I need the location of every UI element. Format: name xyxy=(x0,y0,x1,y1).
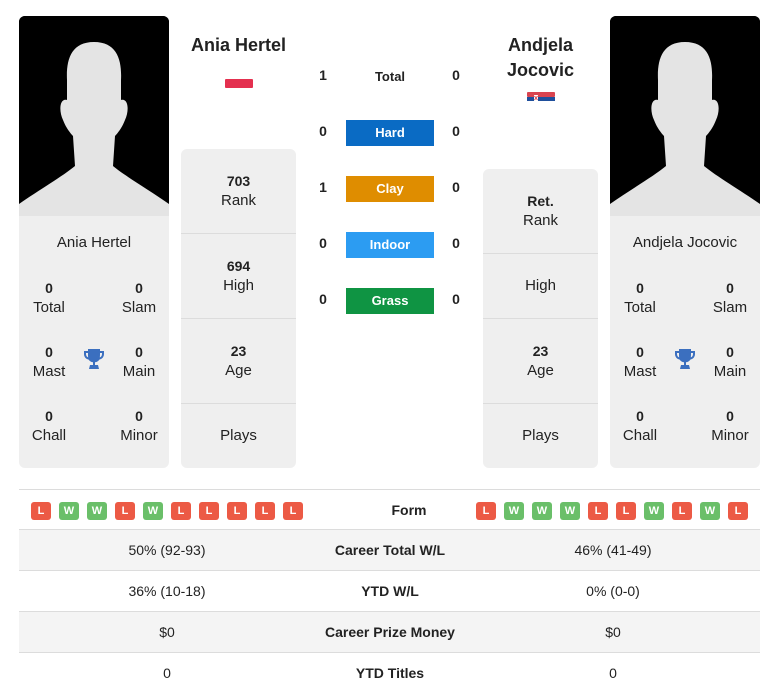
player1-minor-titles: 0 Minor xyxy=(120,408,158,444)
player2-minor-titles: 0 Minor xyxy=(711,408,749,444)
comparison-row: $0 Career Prize Money $0 xyxy=(19,612,760,653)
h2h-grass-p2: 0 xyxy=(452,291,460,307)
player1-ytd-wl: 36% (10-18) xyxy=(128,583,206,599)
player2-high: High xyxy=(483,254,598,319)
h2h-total-p1: 1 xyxy=(319,67,327,83)
player2-mast-titles: 0 Mast xyxy=(623,344,657,380)
h2h-total-p2: 0 xyxy=(452,67,460,83)
player2-slam-titles: 0 Slam xyxy=(712,280,748,316)
player1-career-wl: 50% (92-93) xyxy=(128,542,206,558)
player1-age: 23 Age xyxy=(181,319,296,404)
surface-grass-badge[interactable]: Grass xyxy=(346,288,434,314)
player1-stats: 703 Rank 694 High 23 Age Plays xyxy=(181,149,296,468)
form-loss-badge[interactable]: L xyxy=(31,502,51,520)
form-win-badge[interactable]: W xyxy=(143,502,163,520)
player1-rank: 703 Rank xyxy=(181,149,296,234)
h2h-hard-p1: 0 xyxy=(319,123,327,139)
player2-prize-money: $0 xyxy=(605,624,621,640)
h2h-clay-p1: 1 xyxy=(319,179,327,195)
player1-photo xyxy=(19,16,169,216)
player2-age: 23 Age xyxy=(483,319,598,404)
player1-main-titles: 0 Main xyxy=(122,344,156,380)
h2h-total-label: Total xyxy=(374,69,406,84)
poland-flag-icon xyxy=(225,74,253,88)
form-row: LWWLWLLLLL Form LWWWLLWLWL xyxy=(19,489,760,530)
h2h-indoor-p2: 0 xyxy=(452,235,460,251)
form-win-badge[interactable]: W xyxy=(560,502,580,520)
player2-total-titles: 0 Total xyxy=(624,280,656,316)
surface-hard-badge[interactable]: Hard xyxy=(346,120,434,146)
trophy-icon xyxy=(84,349,104,369)
player2-name: Andjela Jocovic xyxy=(632,234,738,251)
player2-ytd-titles: 0 xyxy=(609,665,617,681)
form-loss-badge[interactable]: L xyxy=(616,502,636,520)
player2-chall-titles: 0 Chall xyxy=(622,408,658,444)
player2-plays: Plays xyxy=(522,427,559,444)
avatar-silhouette-icon xyxy=(610,16,760,216)
comparison-row: 36% (10-18) YTD W/L 0% (0-0) xyxy=(19,571,760,612)
form-win-badge[interactable]: W xyxy=(532,502,552,520)
form-win-badge[interactable]: W xyxy=(504,502,524,520)
comparison-row: 50% (92-93) Career Total W/L 46% (41-49) xyxy=(19,530,760,571)
h2h-hard-p2: 0 xyxy=(452,123,460,139)
form-win-badge[interactable]: W xyxy=(644,502,664,520)
player2-rank: Ret. Rank xyxy=(483,169,598,254)
form-loss-badge[interactable]: L xyxy=(283,502,303,520)
form-loss-badge[interactable]: L xyxy=(588,502,608,520)
row-label: YTD Titles xyxy=(355,665,425,681)
player2-header-name[interactable]: Andjela Jocovic xyxy=(478,33,603,83)
player1-slam-titles: 0 Slam xyxy=(121,280,157,316)
serbia-flag-icon xyxy=(527,92,555,106)
surface-indoor-badge[interactable]: Indoor xyxy=(346,232,434,258)
surface-clay-badge[interactable]: Clay xyxy=(346,176,434,202)
trophy-icon xyxy=(675,349,695,369)
row-label: Career Prize Money xyxy=(325,624,455,640)
form-loss-badge[interactable]: L xyxy=(728,502,748,520)
avatar-silhouette-icon xyxy=(19,16,169,216)
player1-total-titles: 0 Total xyxy=(33,280,65,316)
player2-stats: Ret. Rank High 23 Age Plays xyxy=(483,169,598,468)
row-label: YTD W/L xyxy=(361,583,419,599)
player1-mast-titles: 0 Mast xyxy=(32,344,66,380)
form-loss-badge[interactable]: L xyxy=(115,502,135,520)
player2-career-wl: 46% (41-49) xyxy=(574,542,652,558)
form-loss-badge[interactable]: L xyxy=(672,502,692,520)
form-label: Form xyxy=(391,502,427,518)
form-loss-badge[interactable]: L xyxy=(476,502,496,520)
form-win-badge[interactable]: W xyxy=(700,502,720,520)
player1-chall-titles: 0 Chall xyxy=(31,408,67,444)
form-loss-badge[interactable]: L xyxy=(199,502,219,520)
player1-high: 694 High xyxy=(181,234,296,319)
player1-name: Ania Hertel xyxy=(56,234,132,251)
player1-plays: Plays xyxy=(220,427,257,444)
player2-main-titles: 0 Main xyxy=(713,344,747,380)
player2-card: Andjela Jocovic 0 Total 0 Slam 0 Mast 0 Main… xyxy=(610,216,760,468)
form-win-badge[interactable]: W xyxy=(87,502,107,520)
player1-header-name[interactable]: Ania Hertel xyxy=(176,33,301,58)
h2h-grass-p1: 0 xyxy=(319,291,327,307)
player1-card: Ania Hertel 0 Total 0 Slam 0 Mast 0 Main 0 Ch… xyxy=(19,216,169,468)
row-label: Career Total W/L xyxy=(334,542,446,558)
h2h-clay-p2: 0 xyxy=(452,179,460,195)
player2-photo xyxy=(610,16,760,216)
form-loss-badge[interactable]: L xyxy=(255,502,275,520)
h2h-indoor-p1: 0 xyxy=(319,235,327,251)
comparison-row: 0 YTD Titles 0 xyxy=(19,653,760,694)
player1-prize-money: $0 xyxy=(159,624,175,640)
form-loss-badge[interactable]: L xyxy=(227,502,247,520)
form-win-badge[interactable]: W xyxy=(59,502,79,520)
player2-ytd-wl: 0% (0-0) xyxy=(586,583,640,599)
player1-ytd-titles: 0 xyxy=(163,665,171,681)
form-loss-badge[interactable]: L xyxy=(171,502,191,520)
